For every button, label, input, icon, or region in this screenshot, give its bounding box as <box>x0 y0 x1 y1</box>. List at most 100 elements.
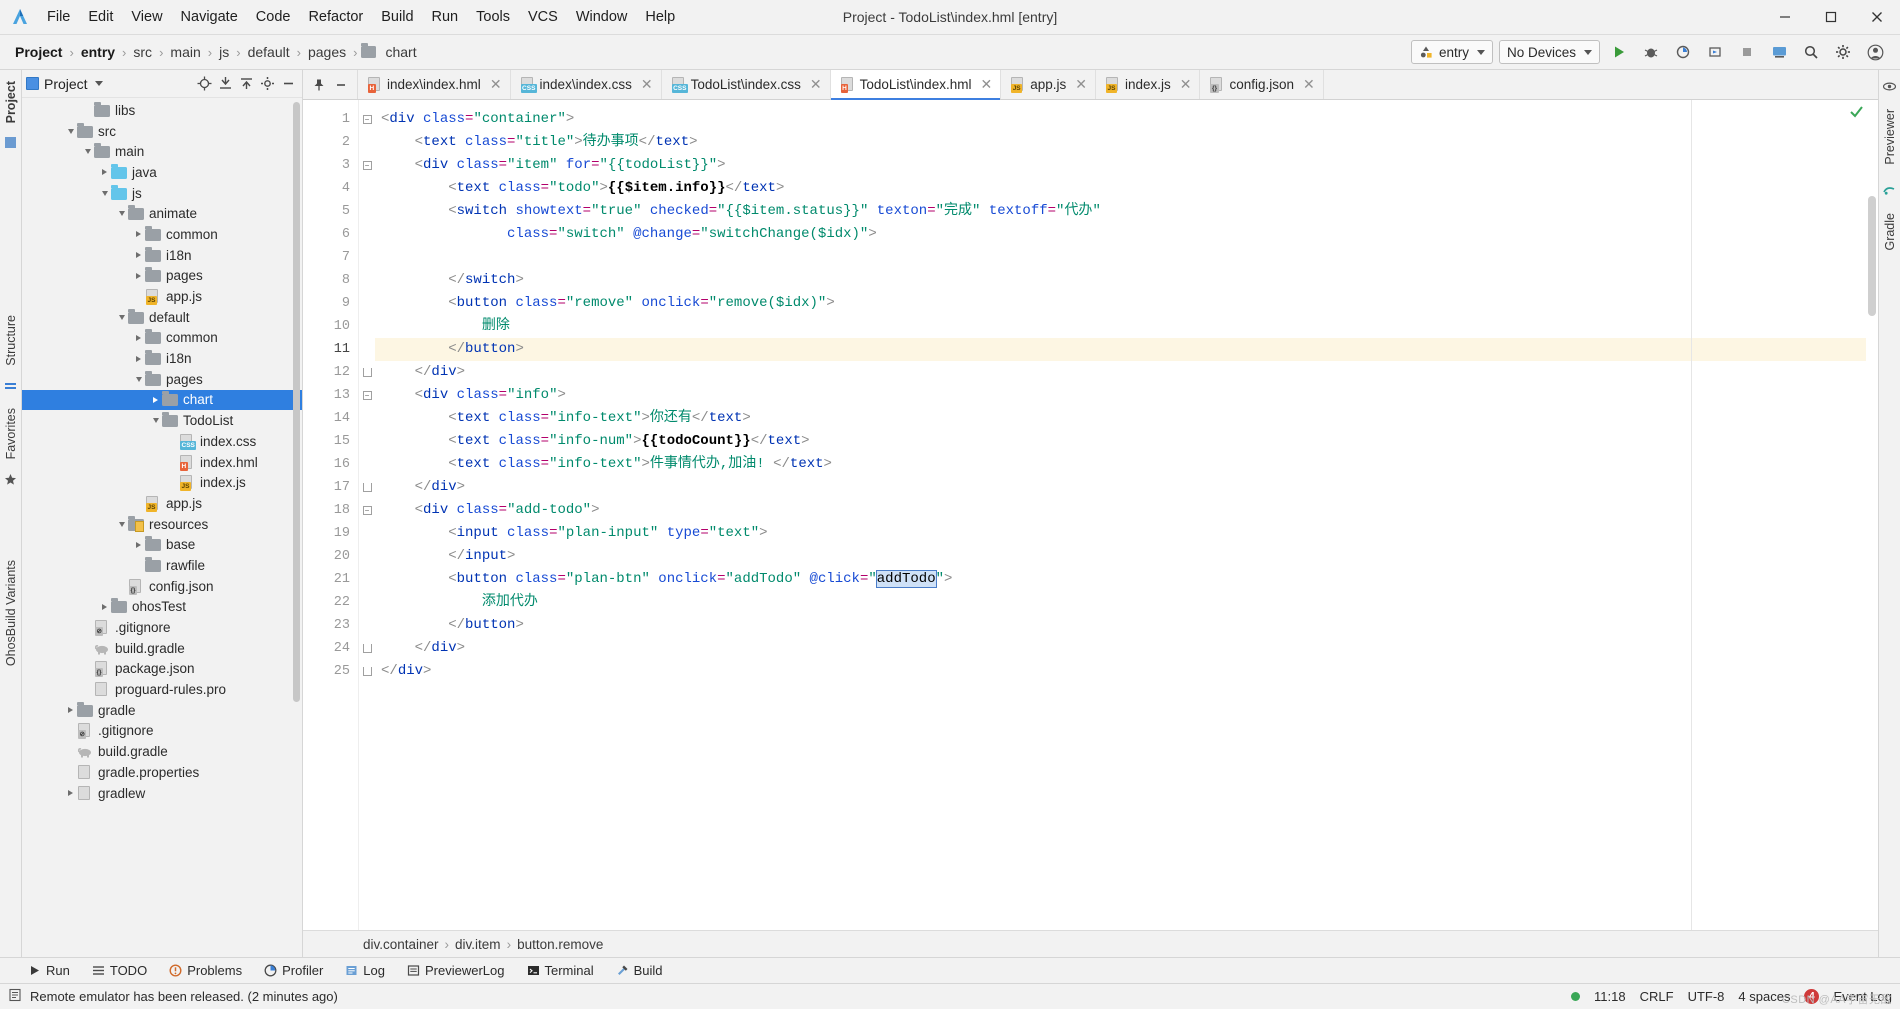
checkmark-icon[interactable] <box>1849 104 1864 123</box>
bottom-tool-previewerlog[interactable]: PreviewerLog <box>403 961 509 980</box>
tree-node[interactable]: Hindex.hml <box>22 452 302 473</box>
tool-tab-ohosbuild-variants[interactable]: OhosBuild Variants <box>2 553 20 673</box>
menu-help[interactable]: Help <box>636 5 684 29</box>
menu-view[interactable]: View <box>122 5 171 29</box>
tree-node[interactable]: animate <box>22 203 302 224</box>
code-line[interactable]: <text class="info-num">{{todoCount}}</te… <box>375 430 1878 453</box>
chevron-right-icon[interactable] <box>132 331 145 344</box>
locate-icon[interactable] <box>194 74 214 94</box>
tree-node[interactable]: common <box>22 224 302 245</box>
tree-node[interactable]: gradle <box>22 700 302 721</box>
close-tab-icon[interactable]: ✕ <box>980 76 992 93</box>
tree-node[interactable]: main <box>22 141 302 162</box>
code-line[interactable]: <text class="title">待办事项</text> <box>375 131 1878 154</box>
bottom-tool-terminal[interactable]: Terminal <box>523 961 598 980</box>
chevron-down-icon[interactable] <box>132 373 145 386</box>
tree-node[interactable]: i18n <box>22 245 302 266</box>
bottom-tool-todo[interactable]: TODO <box>88 961 151 980</box>
chevron-right-icon[interactable] <box>64 787 77 800</box>
chevron-right-icon[interactable] <box>64 704 77 717</box>
close-tab-icon[interactable]: ✕ <box>490 76 502 93</box>
editor-tab[interactable]: JS app.js ✕ <box>1001 70 1096 99</box>
stop-button[interactable] <box>1734 39 1760 65</box>
maximize-button[interactable] <box>1808 0 1854 35</box>
hide-icon[interactable] <box>278 74 298 94</box>
bottom-tool-window-bar[interactable]: Run TODO Problems Profiler Log PreviewerLog Te… <box>0 957 1900 983</box>
bottom-tool-problems[interactable]: Problems <box>165 961 246 980</box>
breadcrumb-main[interactable]: main <box>167 43 203 61</box>
close-button[interactable] <box>1854 0 1900 35</box>
chevron-right-icon[interactable] <box>149 393 162 406</box>
breadcrumb-js[interactable]: js <box>216 43 232 61</box>
editor-breadcrumb-div-item[interactable]: div.item <box>455 937 501 952</box>
code-line[interactable]: </div> <box>375 660 1878 683</box>
code-line[interactable]: <text class="todo">{{$item.info}}</text> <box>375 177 1878 200</box>
editor-scrollbar-thumb[interactable] <box>1868 196 1876 316</box>
pin-icon[interactable] <box>309 75 329 95</box>
code-fold-marker[interactable] <box>359 660 375 683</box>
chevron-down-icon[interactable] <box>149 414 162 427</box>
code-line[interactable]: </div> <box>375 637 1878 660</box>
chevron-down-icon[interactable] <box>115 207 128 220</box>
breadcrumb-entry[interactable]: entry <box>78 43 118 61</box>
code-line[interactable]: <switch showtext="true" checked="{{$item… <box>375 200 1878 223</box>
breadcrumb-default[interactable]: default <box>245 43 293 61</box>
code-line[interactable]: </input> <box>375 545 1878 568</box>
chevron-right-icon[interactable] <box>132 538 145 551</box>
gear-icon[interactable] <box>1830 39 1856 65</box>
tree-node[interactable]: resources <box>22 514 302 535</box>
tool-tab-structure[interactable]: Structure <box>2 308 20 373</box>
tree-node[interactable]: gradlew <box>22 783 302 804</box>
device-manager-button[interactable] <box>1766 39 1792 65</box>
tree-node[interactable]: libs <box>22 100 302 121</box>
chevron-down-icon[interactable] <box>115 311 128 324</box>
code-line[interactable]: 删除 <box>375 315 1878 338</box>
run-button[interactable] <box>1606 39 1632 65</box>
menu-build[interactable]: Build <box>372 5 422 29</box>
menu-tools[interactable]: Tools <box>467 5 519 29</box>
code-fold-marker[interactable]: − <box>359 154 375 177</box>
code-fold-marker[interactable] <box>359 637 375 660</box>
code-line[interactable]: 添加代办 <box>375 591 1878 614</box>
tree-node[interactable]: ohosTest <box>22 597 302 618</box>
chevron-down-icon[interactable] <box>94 81 103 86</box>
breadcrumb-src[interactable]: src <box>130 43 155 61</box>
chevron-down-icon[interactable] <box>98 187 111 200</box>
bottom-tool-build[interactable]: Build <box>612 961 667 980</box>
tree-node[interactable]: i18n <box>22 348 302 369</box>
tree-node[interactable]: build.gradle <box>22 638 302 659</box>
chevron-right-icon[interactable] <box>132 269 145 282</box>
editor-tab[interactable]: CSS TodoList\index.css ✕ <box>661 70 831 99</box>
tool-tab-gradle[interactable]: Gradle <box>1881 206 1899 258</box>
bottom-tool-run[interactable]: Run <box>24 961 74 980</box>
editor-breadcrumb-div-container[interactable]: div.container <box>363 937 439 952</box>
breadcrumb-chart[interactable]: chart <box>382 43 419 61</box>
tool-tab-favorites[interactable]: Favorites <box>2 401 20 466</box>
menu-navigate[interactable]: Navigate <box>172 5 247 29</box>
code-line[interactable] <box>375 246 1878 269</box>
code-fold-marker[interactable]: − <box>359 384 375 407</box>
code-line[interactable]: <div class="container"> <box>375 108 1878 131</box>
expand-all-icon[interactable] <box>236 74 256 94</box>
code-line[interactable]: class="switch" @change="switchChange($id… <box>375 223 1878 246</box>
code-line[interactable]: </button> <box>375 614 1878 637</box>
editor-breadcrumb-button-remove[interactable]: button.remove <box>517 937 603 952</box>
code-fold-marker[interactable] <box>359 476 375 499</box>
chevron-right-icon[interactable] <box>132 228 145 241</box>
search-icon[interactable] <box>1798 39 1824 65</box>
editor-tab[interactable]: {} config.json ✕ <box>1200 70 1324 99</box>
tree-node[interactable]: base <box>22 534 302 555</box>
account-icon[interactable] <box>1862 39 1888 65</box>
menu-refactor[interactable]: Refactor <box>299 5 372 29</box>
project-tree[interactable]: libs src main java js animate common i18… <box>22 98 302 957</box>
tree-node[interactable]: CSS index.css <box>22 431 302 452</box>
tree-node[interactable]: ⊘ .gitignore <box>22 617 302 638</box>
line-separator-status[interactable]: CRLF <box>1640 989 1674 1004</box>
chevron-right-icon[interactable] <box>98 166 111 179</box>
tree-node[interactable]: JS index.js <box>22 472 302 493</box>
breadcrumb-project[interactable]: Project <box>12 43 65 61</box>
code-text[interactable]: <div class="container"> <text class="tit… <box>375 100 1878 930</box>
encoding-status[interactable]: UTF-8 <box>1688 989 1725 1004</box>
project-tree-scrollbar[interactable] <box>293 102 300 702</box>
tree-node[interactable]: proguard-rules.pro <box>22 679 302 700</box>
